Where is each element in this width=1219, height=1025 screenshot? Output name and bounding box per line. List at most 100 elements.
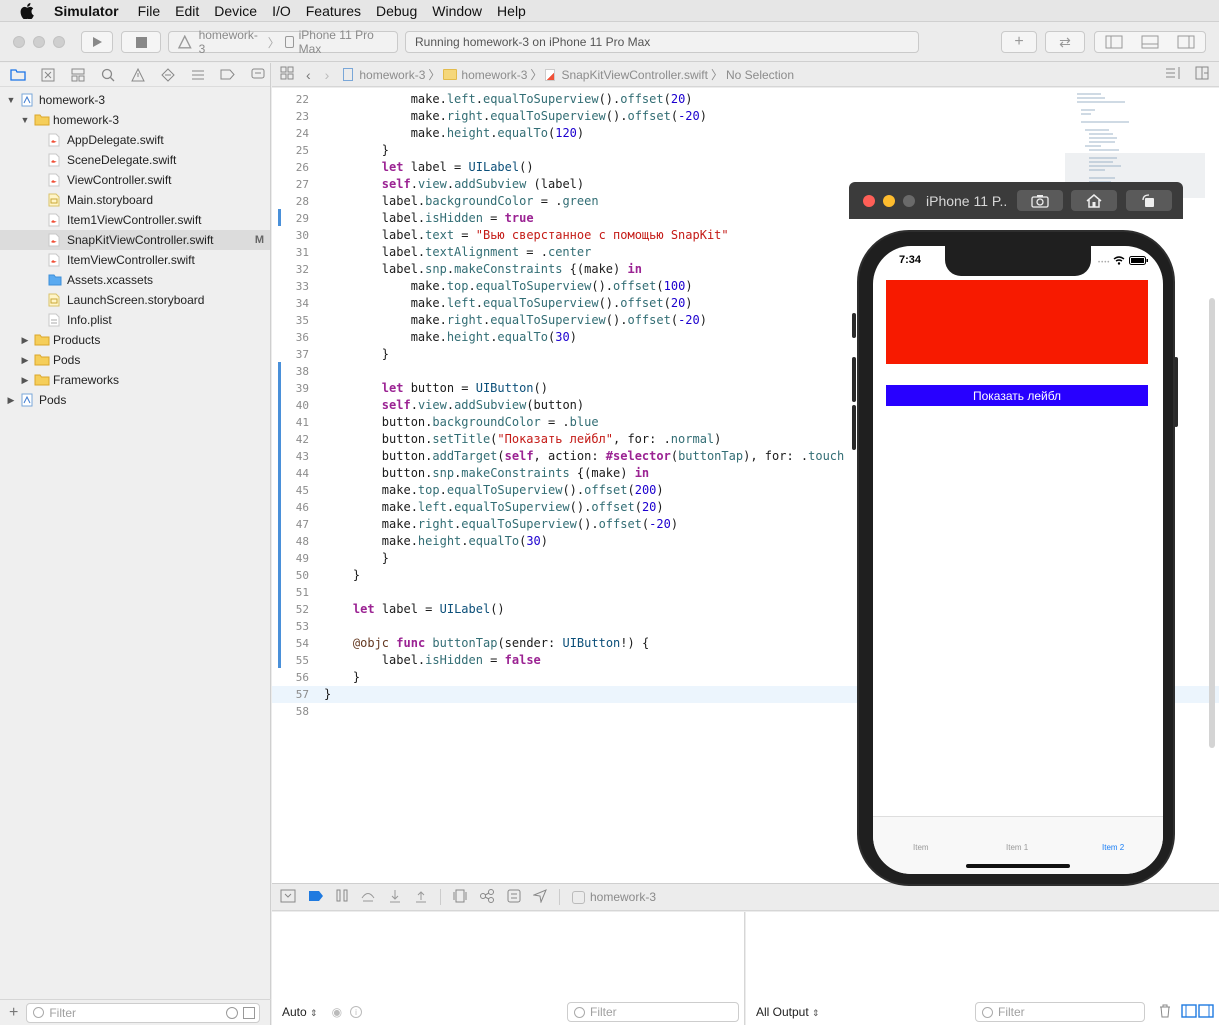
menu-io[interactable]: I/O	[272, 3, 291, 19]
sim-close-button[interactable]	[863, 194, 875, 207]
menu-debug[interactable]: Debug	[376, 3, 417, 19]
menu-app-name[interactable]: Simulator	[54, 3, 119, 19]
breakpoint-tag-icon[interactable]	[218, 69, 237, 80]
tab-item[interactable]: Item	[913, 843, 929, 852]
apple-icon[interactable]	[20, 2, 36, 19]
screenshot-button[interactable]	[1017, 190, 1063, 211]
simulate-location-icon[interactable]	[532, 888, 547, 906]
menu-window[interactable]: Window	[432, 3, 482, 19]
debug-navigator-icon[interactable]	[188, 69, 207, 81]
mute-switch[interactable]	[852, 313, 856, 338]
window-close-button[interactable]	[13, 36, 25, 48]
jump-crumb-file[interactable]: SnapKitViewController.swift	[561, 68, 708, 82]
menu-file[interactable]: File	[138, 3, 161, 19]
window-zoom-button[interactable]	[53, 36, 65, 48]
add-file-icon[interactable]: +	[9, 1004, 18, 1022]
source-control-icon[interactable]	[38, 68, 57, 82]
menu-device[interactable]: Device	[214, 3, 257, 19]
disclosure-triangle-icon[interactable]: ▶	[20, 335, 30, 346]
output-mode-select[interactable]: All Output ⇕	[756, 1005, 820, 1019]
folder-navigator-icon[interactable]	[8, 68, 27, 81]
navigator-row[interactable]: Info.plist	[0, 310, 270, 330]
right-panel-icon[interactable]	[1177, 35, 1195, 49]
home-button[interactable]	[1071, 190, 1117, 211]
navigator-row[interactable]: ▶ Pods	[0, 390, 270, 410]
navigator-filter-field[interactable]: Filter	[26, 1002, 261, 1023]
navigator-row[interactable]: ▶ Products	[0, 330, 270, 350]
navigator-row[interactable]: ViewController.swift	[0, 170, 270, 190]
hide-debug-area-icon[interactable]	[280, 889, 296, 906]
disclosure-triangle-icon[interactable]: ▶	[6, 395, 16, 406]
vars-mode-select[interactable]: Auto ⇕	[282, 1005, 318, 1019]
navigator-row[interactable]: ▼ homework-3	[0, 90, 270, 110]
disclosure-triangle-icon[interactable]: ▼	[20, 115, 30, 125]
warning-icon[interactable]	[128, 67, 147, 82]
breakpoints-toggle-icon[interactable]	[308, 890, 324, 905]
volume-down-button[interactable]	[852, 405, 856, 450]
disclosure-triangle-icon[interactable]: ▶	[20, 375, 30, 386]
menu-edit[interactable]: Edit	[175, 3, 199, 19]
info-icon[interactable]: i	[350, 1006, 363, 1018]
show-label-button[interactable]: Показать лейбл	[886, 385, 1148, 406]
navigator-row[interactable]: SceneDelegate.swift	[0, 150, 270, 170]
related-items-icon[interactable]	[280, 66, 294, 83]
disclosure-triangle-icon[interactable]: ▼	[6, 95, 16, 105]
code-token: button.	[324, 432, 433, 446]
navigator-row[interactable]: ▼ homework-3	[0, 110, 270, 130]
step-into-icon[interactable]	[388, 889, 402, 906]
navigator-row[interactable]: Assets.xcassets	[0, 270, 270, 290]
navigator-row[interactable]: ▶ Frameworks	[0, 370, 270, 390]
editor-scrollbar[interactable]	[1209, 298, 1215, 748]
step-out-icon[interactable]	[414, 889, 428, 906]
trash-icon[interactable]	[1159, 1004, 1171, 1021]
jump-crumb-selection[interactable]: No Selection	[726, 68, 794, 82]
run-button[interactable]	[81, 31, 113, 53]
scm-filter-icon[interactable]	[243, 1006, 256, 1019]
eye-icon[interactable]: ◉	[332, 1005, 342, 1019]
bottom-panel-icon[interactable]	[1141, 35, 1159, 49]
split-view-icon[interactable]	[1181, 1003, 1215, 1021]
step-over-icon[interactable]	[360, 889, 376, 905]
test-diamond-icon[interactable]	[158, 67, 177, 82]
environment-overrides-icon[interactable]	[507, 889, 521, 906]
menu-help[interactable]: Help	[497, 3, 526, 19]
device-screen[interactable]: 7:34 •••• Показать лейбл Item Item 1 Ite…	[873, 246, 1163, 874]
stop-button[interactable]	[121, 31, 161, 53]
window-minimize-button[interactable]	[33, 36, 45, 48]
forward-arrow-icon[interactable]: ›	[325, 67, 330, 83]
tab-item-1[interactable]: Item 1	[1006, 843, 1028, 852]
back-arrow-icon[interactable]: ‹	[306, 67, 311, 83]
editor-options-icon[interactable]	[1165, 67, 1183, 82]
scheme-selector[interactable]: homework-3 〉 iPhone 11 Pro Max	[168, 28, 398, 56]
code-review-button[interactable]: ⇄	[1045, 31, 1085, 53]
navigator-row[interactable]: SnapKitViewController.swift M	[0, 230, 270, 250]
sim-zoom-button[interactable]	[903, 194, 915, 207]
tab-item-2[interactable]: Item 2	[1102, 843, 1124, 852]
jump-crumb-group[interactable]: homework-3	[461, 68, 527, 82]
memory-graph-icon[interactable]	[479, 888, 495, 906]
jump-crumb-project[interactable]: homework-3	[359, 68, 425, 82]
navigator-row[interactable]: ▶ Pods	[0, 350, 270, 370]
sim-minimize-button[interactable]	[883, 194, 895, 207]
navigator-row[interactable]: Item1ViewController.swift	[0, 210, 270, 230]
recent-clock-icon[interactable]	[226, 1006, 239, 1019]
console-filter-field[interactable]: Filter	[975, 1002, 1145, 1022]
rotate-button[interactable]	[1126, 190, 1172, 211]
navigator-row[interactable]: Main.storyboard	[0, 190, 270, 210]
code-token: addTarget	[432, 449, 498, 463]
navigator-row[interactable]: ItemViewController.swift	[0, 250, 270, 270]
pause-icon[interactable]	[336, 889, 348, 905]
add-editor-icon[interactable]	[1195, 66, 1209, 83]
left-panel-icon[interactable]	[1105, 35, 1123, 49]
view-hierarchy-icon[interactable]	[453, 889, 467, 906]
menu-features[interactable]: Features	[306, 3, 361, 19]
disclosure-triangle-icon[interactable]: ▶	[20, 355, 30, 366]
volume-up-button[interactable]	[852, 357, 856, 402]
search-icon[interactable]	[98, 68, 117, 82]
navigator-row[interactable]: AppDelegate.swift	[0, 130, 270, 150]
symbol-navigator-icon[interactable]	[68, 68, 87, 82]
navigator-row[interactable]: LaunchScreen.storyboard	[0, 290, 270, 310]
report-bubble-icon[interactable]	[248, 68, 267, 81]
add-library-button[interactable]: +	[1001, 31, 1037, 53]
variables-filter-field[interactable]: Filter	[567, 1002, 739, 1022]
